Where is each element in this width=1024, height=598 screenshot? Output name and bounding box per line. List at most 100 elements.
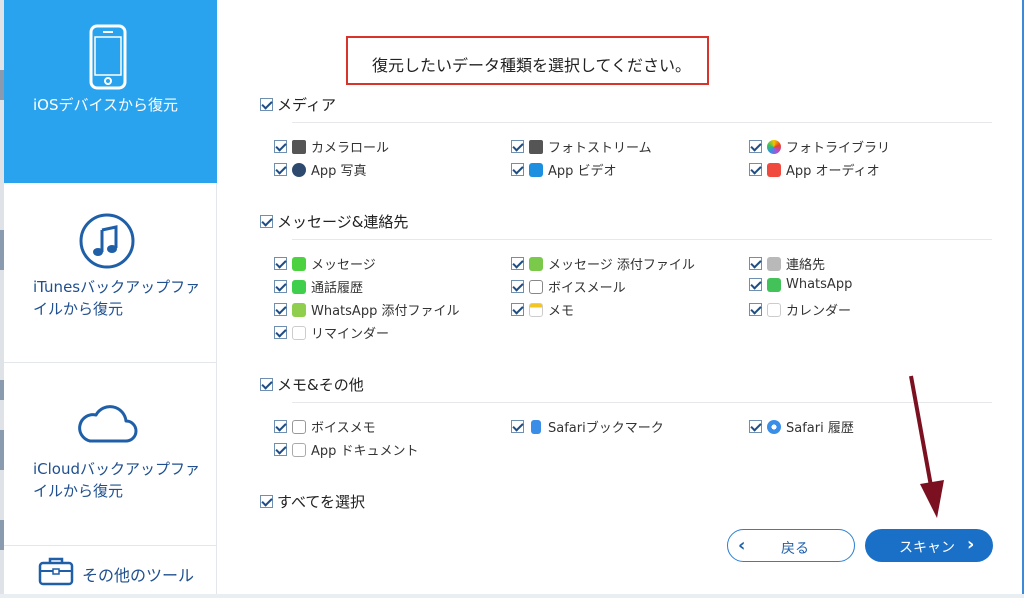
checkbox[interactable] xyxy=(511,420,524,433)
calendar-icon xyxy=(767,302,781,317)
checkbox[interactable] xyxy=(274,280,287,293)
checkbox[interactable] xyxy=(274,443,287,456)
option-label: メモ xyxy=(548,304,575,319)
option-label: リマインダー xyxy=(311,327,390,342)
checkbox[interactable] xyxy=(274,163,287,176)
checkbox[interactable] xyxy=(749,140,762,153)
toolbox-icon xyxy=(38,556,74,590)
checkbox[interactable] xyxy=(260,215,273,228)
section-others-checkbox[interactable]: メモ&その他 xyxy=(260,374,364,395)
sidebar-item-label-line1: iTunesバックアップファ xyxy=(33,278,201,296)
sidebar-item-itunes-backup[interactable]: iTunesバックアップファ イルから復元 xyxy=(4,184,217,362)
back-button[interactable]: ‹ 戻る xyxy=(727,529,855,562)
option-contacts[interactable]: 連絡先 xyxy=(749,254,825,273)
cloud-icon xyxy=(76,403,138,449)
sidebar-item-ios-device[interactable]: iOSデバイスから復元 xyxy=(4,0,217,183)
checkbox[interactable] xyxy=(274,303,287,316)
option-app-videos[interactable]: App ビデオ xyxy=(511,160,617,179)
checkbox[interactable] xyxy=(511,257,524,270)
option-messages[interactable]: メッセージ xyxy=(274,254,376,273)
option-safari-bookmarks[interactable]: Safariブックマーク xyxy=(511,417,664,436)
checkbox[interactable] xyxy=(749,420,762,433)
sidebar: iOSデバイスから復元 iTunesバックアップファ イルから復元 iCloud… xyxy=(4,0,217,598)
divider xyxy=(292,402,992,403)
option-message-attachments[interactable]: メッセージ 添付ファイル xyxy=(511,254,695,273)
checkbox[interactable] xyxy=(274,420,287,433)
section-title: メッセージ&連絡先 xyxy=(277,213,409,231)
option-label: フォトストリーム xyxy=(548,141,652,156)
chevron-left-icon: ‹ xyxy=(738,535,746,556)
option-camera-roll[interactable]: カメラロール xyxy=(274,137,389,156)
checkbox[interactable] xyxy=(749,163,762,176)
checkbox[interactable] xyxy=(274,257,287,270)
checkbox[interactable] xyxy=(260,495,273,508)
option-label: メッセージ xyxy=(311,258,376,273)
scan-button[interactable]: スキャン › xyxy=(865,529,993,562)
option-label: Safariブックマーク xyxy=(548,421,664,436)
sidebar-item-label-line2: イルから復元 xyxy=(33,300,124,318)
music-icon xyxy=(767,162,781,177)
checkbox[interactable] xyxy=(274,326,287,339)
checkbox[interactable] xyxy=(274,140,287,153)
option-label: 通話履歴 xyxy=(311,281,364,296)
checkbox[interactable] xyxy=(749,257,762,270)
attachment-icon xyxy=(529,256,543,271)
option-label: WhatsApp xyxy=(786,277,853,292)
option-label: App ビデオ xyxy=(548,164,617,179)
other-tools-button[interactable]: その他のツール xyxy=(4,546,217,598)
option-notes[interactable]: メモ xyxy=(511,300,574,319)
option-calendar[interactable]: カレンダー xyxy=(749,300,851,319)
checkbox[interactable] xyxy=(749,278,762,291)
sidebar-item-label-line1: iCloudバックアップファ xyxy=(33,460,201,478)
option-label: ボイスメモ xyxy=(311,421,376,436)
safari-icon xyxy=(767,419,781,434)
option-whatsapp-attachments[interactable]: WhatsApp 添付ファイル xyxy=(274,300,459,319)
section-messages-checkbox[interactable]: メッセージ&連絡先 xyxy=(260,211,408,232)
option-voice-memos[interactable]: ボイスメモ xyxy=(274,417,376,436)
checkbox[interactable] xyxy=(260,378,273,391)
option-app-documents[interactable]: App ドキュメント xyxy=(274,440,419,459)
checkbox[interactable] xyxy=(511,140,524,153)
checkbox[interactable] xyxy=(511,303,524,316)
checkbox[interactable] xyxy=(511,163,524,176)
whatsapp-icon xyxy=(767,277,781,292)
option-safari-history[interactable]: Safari 履歴 xyxy=(749,417,854,436)
option-photo-library[interactable]: フォトライブラリ xyxy=(749,137,890,156)
option-app-photos[interactable]: App 写真 xyxy=(274,160,367,179)
option-call-history[interactable]: 通話履歴 xyxy=(274,277,363,296)
option-label: 連絡先 xyxy=(786,258,826,273)
chevron-right-icon: › xyxy=(967,534,975,555)
option-label: WhatsApp 添付ファイル xyxy=(311,304,460,319)
other-tools-label: その他のツール xyxy=(82,566,195,585)
option-app-audio[interactable]: App オーディオ xyxy=(749,160,880,179)
checkbox[interactable] xyxy=(511,280,524,293)
option-voicemail[interactable]: ボイスメール xyxy=(511,277,626,296)
option-whatsapp[interactable]: WhatsApp xyxy=(749,277,852,292)
option-label: ボイスメール xyxy=(548,281,626,296)
checkbox[interactable] xyxy=(260,98,273,111)
message-icon xyxy=(292,256,306,271)
camera-icon xyxy=(529,139,543,154)
app-photo-icon xyxy=(292,162,306,177)
document-icon xyxy=(292,442,306,457)
notes-icon xyxy=(529,302,543,317)
checkbox[interactable] xyxy=(749,303,762,316)
app-window: iOSデバイスから復元 iTunesバックアップファ イルから復元 iCloud… xyxy=(0,0,1024,598)
phone-call-icon xyxy=(292,279,306,294)
active-indicator xyxy=(205,80,217,104)
voice-memo-icon xyxy=(292,419,306,434)
instruction-box: 復元したいデータ種類を選択してください。 xyxy=(346,36,709,85)
video-icon xyxy=(529,162,543,177)
option-reminders[interactable]: リマインダー xyxy=(274,323,389,342)
sidebar-item-icloud-backup[interactable]: iCloudバックアップファ イルから復元 xyxy=(4,363,217,545)
option-label: カメラロール xyxy=(311,141,390,156)
divider xyxy=(292,122,992,123)
select-all-checkbox[interactable]: すべてを選択 xyxy=(260,491,365,512)
whatsapp-attachment-icon xyxy=(292,302,306,317)
photos-icon xyxy=(767,139,781,154)
option-photo-stream[interactable]: フォトストリーム xyxy=(511,137,652,156)
section-title: メモ&その他 xyxy=(277,376,364,394)
section-media-checkbox[interactable]: メディア xyxy=(260,94,336,115)
voicemail-icon xyxy=(529,279,543,294)
scan-button-label: スキャン xyxy=(899,540,955,556)
